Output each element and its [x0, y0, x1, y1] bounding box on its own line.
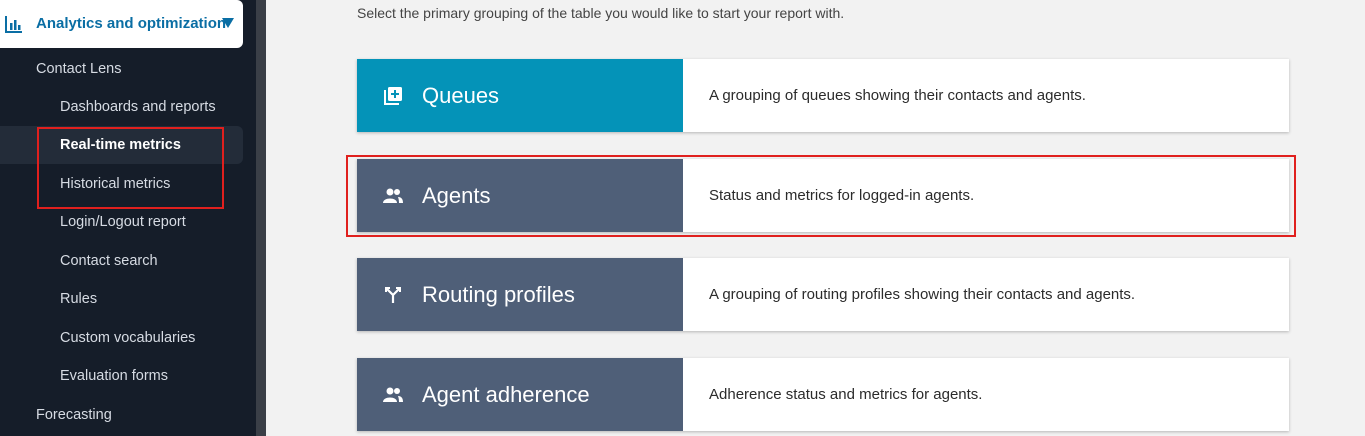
bar-chart-icon: [5, 16, 22, 33]
option-title: Routing profiles: [422, 282, 575, 307]
option-description: Status and metrics for logged-in agents.: [709, 187, 975, 204]
section-title: Analytics and optimization: [36, 15, 227, 32]
queue-add-icon: [384, 87, 402, 105]
sidebar-item-contact-search[interactable]: Contact search: [60, 253, 158, 269]
sidebar-scrollbar[interactable]: [256, 0, 266, 436]
sidebar-item-evaluation-forms[interactable]: Evaluation forms: [60, 368, 168, 384]
sidebar-item-dashboards-and-reports[interactable]: Dashboards and reports: [60, 99, 216, 115]
option-tile[interactable]: Agent adherence: [357, 358, 683, 431]
sidebar-item-contact-lens[interactable]: Contact Lens: [36, 61, 121, 77]
sidebar-item-label: Real-time metrics: [60, 137, 181, 153]
sidebar-item-historical-metrics[interactable]: Historical metrics: [60, 176, 170, 192]
option-card-queues[interactable]: Queues A grouping of queues showing thei…: [357, 59, 1289, 132]
analytics-section-header[interactable]: Analytics and optimization: [0, 0, 243, 48]
option-description: Adherence status and metrics for agents.: [709, 386, 983, 403]
sidebar-item-label: Forecasting: [36, 407, 112, 423]
option-description: A grouping of queues showing their conta…: [709, 87, 1086, 104]
option-card-routing-profiles[interactable]: Routing profiles A grouping of routing p…: [357, 258, 1289, 331]
sidebar-item-label: Login/Logout report: [60, 214, 186, 230]
routing-icon: [385, 287, 401, 303]
caret-down-icon: [222, 18, 234, 28]
option-card-agents[interactable]: Agents Status and metrics for logged-in …: [357, 159, 1289, 232]
option-tile[interactable]: Queues: [357, 59, 683, 132]
option-card-agent-adherence[interactable]: Agent adherence Adherence status and met…: [357, 358, 1289, 431]
sidebar-item-label: Contact search: [60, 253, 158, 269]
sidebar-item-login-logout-report[interactable]: Login/Logout report: [60, 214, 186, 230]
sidebar-item-real-time-metrics[interactable]: Real-time metrics: [0, 126, 243, 164]
option-title: Agent adherence: [422, 382, 590, 407]
option-title: Agents: [422, 183, 491, 208]
sidebar-item-label: Rules: [60, 291, 98, 307]
sidebar-item-rules[interactable]: Rules: [60, 291, 97, 307]
sidebar-item-label: Evaluation forms: [60, 368, 168, 384]
option-tile[interactable]: Routing profiles: [357, 258, 683, 331]
agents-icon: [383, 188, 403, 203]
option-tile[interactable]: Agents: [357, 159, 683, 232]
sidebar-item-label: Custom vocabularies: [60, 330, 196, 346]
sidebar-item-label: Contact Lens: [36, 61, 122, 77]
sidebar-item-custom-vocabularies[interactable]: Custom vocabularies: [60, 330, 195, 346]
sidebar: Analytics and optimization Contact Lens …: [0, 0, 256, 436]
sidebar-item-label: Dashboards and reports: [60, 99, 216, 115]
option-description: A grouping of routing profiles showing t…: [709, 286, 1136, 303]
sidebar-item-label: Historical metrics: [60, 176, 171, 192]
sidebar-item-forecasting[interactable]: Forecasting: [36, 407, 112, 423]
agents-icon: [383, 387, 403, 402]
intro-text: Select the primary grouping of the table…: [357, 5, 845, 21]
option-title: Queues: [422, 83, 500, 108]
